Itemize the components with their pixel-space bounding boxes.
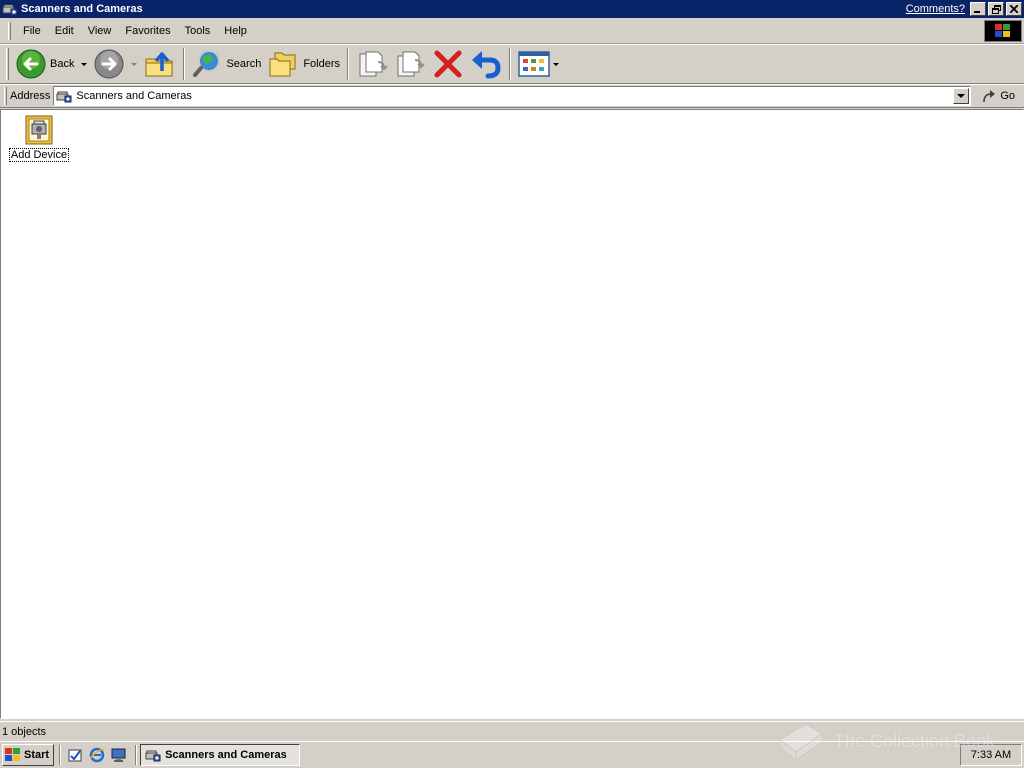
- standard-toolbar: Back Search Folders: [0, 44, 1024, 84]
- address-value[interactable]: Scanners and Cameras: [76, 90, 953, 102]
- windows-flag-icon: [995, 23, 1010, 37]
- chevron-down-icon: [957, 94, 966, 98]
- taskbar: The Collection Book Start Scanners and C…: [0, 723, 1024, 768]
- menu-tools[interactable]: Tools: [178, 22, 218, 40]
- add-device-label: Add Device: [8, 148, 70, 162]
- folders-icon: [269, 52, 296, 77]
- window-title: Scanners and Cameras: [21, 3, 143, 15]
- minimize-button[interactable]: [970, 2, 986, 16]
- task-label: Scanners and Cameras: [165, 749, 287, 761]
- address-field[interactable]: Scanners and Cameras: [53, 86, 972, 106]
- close-button[interactable]: [1006, 2, 1022, 16]
- forward-arrow-icon: [94, 49, 124, 79]
- address-label: Address: [10, 90, 51, 102]
- internet-explorer-icon: [89, 747, 105, 763]
- taskbar-window-scanners-and-cameras[interactable]: Scanners and Cameras: [140, 744, 301, 766]
- forward-button[interactable]: [91, 46, 127, 82]
- toolbar-separator: [183, 48, 186, 80]
- back-button[interactable]: Back: [13, 46, 77, 82]
- address-grip[interactable]: [4, 87, 7, 105]
- menu-favorites[interactable]: Favorites: [118, 22, 177, 40]
- system-tray: 7:33 AM: [960, 744, 1022, 766]
- scanner-camera-icon: [145, 750, 161, 762]
- taskbar-separator: [135, 745, 138, 765]
- taskbar-separator: [59, 745, 62, 765]
- toolbar-grip[interactable]: [6, 48, 9, 80]
- menu-grip[interactable]: [8, 21, 11, 40]
- forward-dropdown[interactable]: [131, 62, 138, 66]
- quicklaunch-internet-explorer[interactable]: [86, 744, 108, 766]
- menu-help[interactable]: Help: [217, 22, 254, 40]
- windows-flag-icon: [5, 748, 20, 761]
- quicklaunch-show-desktop[interactable]: [108, 744, 130, 766]
- address-dropdown-button[interactable]: [953, 88, 970, 104]
- back-arrow-icon: [16, 49, 46, 79]
- delete-button[interactable]: [429, 46, 467, 82]
- undo-button[interactable]: [467, 46, 505, 82]
- start-label: Start: [24, 749, 50, 761]
- folder-content-view[interactable]: Add Device: [0, 109, 1024, 719]
- manage-server-icon: [68, 749, 82, 762]
- restore-button[interactable]: [988, 2, 1004, 16]
- quicklaunch-manage-server[interactable]: [64, 744, 86, 766]
- back-label: Back: [50, 58, 75, 70]
- screen: Scanners and Cameras Comments? File Edit…: [0, 0, 1024, 768]
- undo-arrow-icon: [472, 51, 501, 79]
- restore-icon: [991, 4, 1001, 14]
- menu-bar: File Edit View Favorites Tools Help: [0, 18, 1024, 44]
- desktop-icon: [111, 748, 126, 762]
- views-dropdown[interactable]: [553, 62, 560, 66]
- copy-to-button[interactable]: [391, 46, 429, 82]
- minimize-icon: [974, 11, 980, 13]
- start-button[interactable]: Start: [2, 744, 55, 766]
- folder-up-icon: [145, 52, 173, 77]
- status-bar: 1 objects: [0, 721, 1024, 741]
- search-button[interactable]: Search: [189, 46, 264, 82]
- windows-logo: [984, 19, 1022, 42]
- search-icon: [193, 50, 221, 77]
- comments-link[interactable]: Comments?: [906, 3, 965, 15]
- add-device-icon: [25, 115, 53, 145]
- scanner-camera-icon: [56, 91, 72, 103]
- back-dropdown[interactable]: [81, 62, 88, 66]
- up-folder-button[interactable]: [141, 46, 179, 82]
- go-arrow-icon: [983, 90, 996, 103]
- clock[interactable]: 7:33 AM: [971, 749, 1011, 761]
- move-to-icon: [359, 51, 388, 77]
- menu-view[interactable]: View: [81, 22, 119, 40]
- toolbar-separator: [347, 48, 350, 80]
- scanner-camera-icon: [2, 4, 18, 16]
- copy-to-icon: [397, 51, 425, 77]
- toolbar-separator: [509, 48, 512, 80]
- delete-x-icon: [434, 50, 462, 78]
- folders-label: Folders: [303, 58, 341, 70]
- close-icon: [1010, 5, 1018, 13]
- folders-button[interactable]: Folders: [264, 46, 343, 82]
- move-to-button[interactable]: [353, 46, 391, 82]
- add-device-item[interactable]: Add Device: [7, 114, 71, 162]
- status-text: 1 objects: [2, 725, 47, 738]
- go-button[interactable]: Go: [977, 86, 1019, 106]
- go-label: Go: [1000, 90, 1016, 102]
- views-icon: [518, 51, 550, 77]
- views-button[interactable]: [515, 46, 553, 82]
- menu-file[interactable]: File: [16, 22, 48, 40]
- menu-edit[interactable]: Edit: [48, 22, 81, 40]
- address-bar: Address Scanners and Cameras Go: [0, 84, 1024, 108]
- search-label: Search: [226, 58, 262, 70]
- title-bar: Scanners and Cameras Comments?: [0, 0, 1024, 18]
